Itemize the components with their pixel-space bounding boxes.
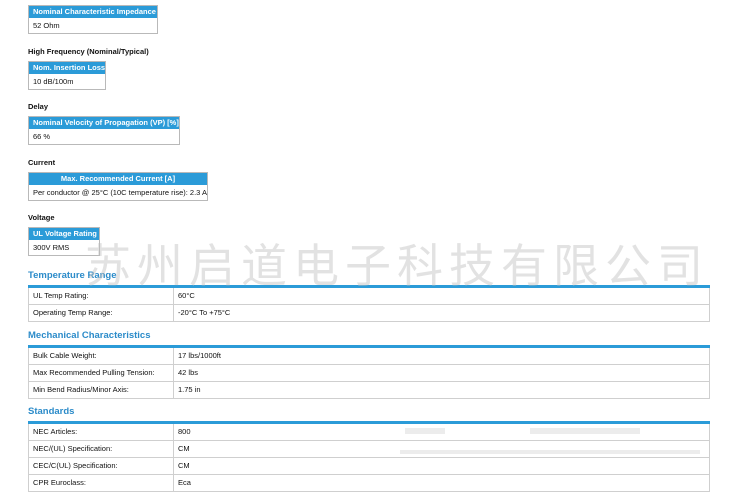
scan-smudge [405,428,445,434]
current-title: Current [28,158,56,167]
row-value: 1.75 in [178,385,201,394]
row-label: Bulk Cable Weight: [29,348,174,364]
table-row: CPR Euroclass: Eca [28,475,710,492]
row-label: Operating Temp Range: [29,305,174,321]
table-row: Max Recommended Pulling Tension: 42 lbs [28,365,710,382]
row-value: CM [178,444,190,453]
row-label: CEC/C(UL) Specification: [29,458,174,474]
watermark: 苏州启道电子科技有限公司 [85,239,709,293]
mechanical-section-title: Mechanical Characteristics [28,330,151,341]
table-row: CEC/C(UL) Specification: CM [28,458,710,475]
row-value: Eca [178,478,191,487]
impedance-value: 52 Ohm [33,21,60,30]
impedance-table: Nominal Characteristic Impedance 52 Ohm [28,5,158,34]
table-row: Min Bend Radius/Minor Axis: 1.75 in [28,382,710,399]
current-table: Max. Recommended Current [A] Per conduct… [28,172,208,201]
standards-section-title: Standards [28,406,75,417]
row-value: 42 lbs [178,368,199,377]
scan-smudge [400,450,700,454]
row-label: Min Bend Radius/Minor Axis: [29,382,174,398]
scan-smudge [530,428,640,434]
mechanical-table: Bulk Cable Weight: 17 lbs/1000ft Max Rec… [28,345,710,399]
row-label: Max Recommended Pulling Tension: [29,365,174,381]
delay-title: Delay [28,102,49,111]
insertion-loss-header: Nom. Insertion Loss [29,62,105,74]
row-value: CM [178,461,190,470]
insertion-loss-value: 10 dB/100m [33,77,74,86]
row-value: -20°C To +75°C [178,308,231,317]
table-row: Bulk Cable Weight: 17 lbs/1000ft [28,348,710,365]
row-label: NEC/(UL) Specification: [29,441,174,457]
high-frequency-title: High Frequency (Nominal/Typical) [28,47,149,56]
row-value: 17 lbs/1000ft [178,351,221,360]
table-row: Operating Temp Range: -20°C To +75°C [28,305,710,322]
impedance-header: Nominal Characteristic Impedance [29,6,157,18]
voltage-title: Voltage [28,213,55,222]
current-value: Per conductor @ 25°C (10C temperature ri… [33,188,208,197]
row-label: CPR Euroclass: [29,475,174,491]
velocity-value: 66 % [33,132,51,141]
velocity-header: Nominal Velocity of Propagation (VP) [%] [29,117,179,129]
row-label: NEC Articles: [29,424,174,440]
current-header: Max. Recommended Current [A] [29,173,207,185]
velocity-table: Nominal Velocity of Propagation (VP) [%]… [28,116,180,145]
insertion-loss-table: Nom. Insertion Loss 10 dB/100m [28,61,106,90]
